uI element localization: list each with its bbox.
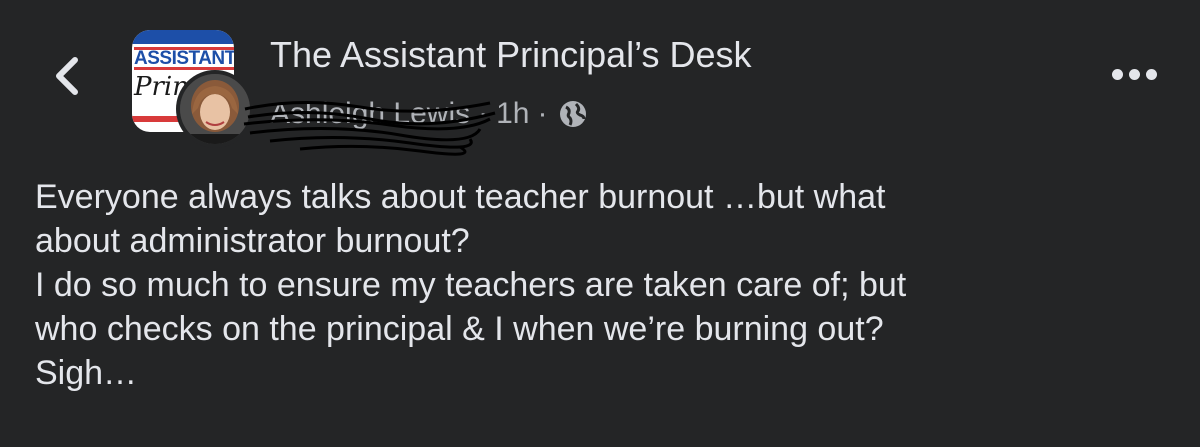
author-name[interactable]: Ashleigh Lewis [243, 97, 496, 156]
author-name-text: Ashleigh Lewis [270, 97, 471, 130]
post-line-3: I do so much to ensure my teachers are t… [35, 266, 907, 304]
globe-icon [558, 99, 588, 129]
post-line-2: about administrator burnout? [35, 222, 470, 260]
post-line-4: who checks on the principal & I when we’… [35, 310, 884, 348]
post-meta: Ashleigh Lewis · 1h · [243, 92, 588, 156]
post-line-1: Everyone always talks about teacher burn… [35, 178, 886, 216]
post-line-5: Sigh… [35, 354, 138, 392]
timestamp[interactable]: 1h [496, 97, 529, 131]
meta-separator-2: · [537, 97, 548, 130]
group-avatar-line1: ASSISTANT [134, 47, 234, 70]
more-dot-icon [1111, 68, 1123, 80]
page-title[interactable]: The Assistant Principal’s Desk [270, 34, 752, 76]
author-photo [180, 74, 250, 144]
post-text: Everyone always talks about teacher burn… [35, 175, 1175, 395]
avatar-stripe-top [132, 30, 234, 44]
more-dot-icon [1145, 68, 1157, 80]
more-dot-icon [1128, 68, 1140, 80]
post-avatars[interactable]: ASSISTANT Prin [132, 30, 260, 148]
author-avatar[interactable] [176, 70, 254, 148]
more-options-button[interactable] [1104, 54, 1164, 94]
chevron-left-icon [56, 57, 78, 95]
back-button[interactable] [38, 46, 94, 106]
meta-separator: · [478, 97, 489, 130]
